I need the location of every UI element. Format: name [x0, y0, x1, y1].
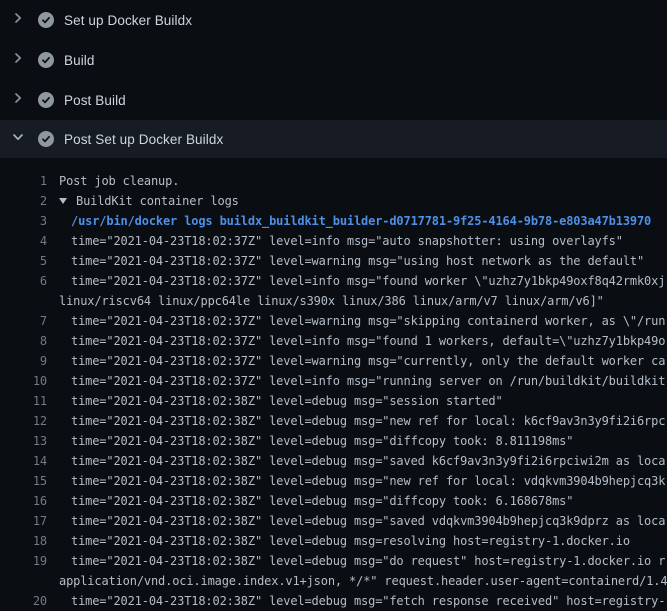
line-text: time="2021-04-23T18:02:37Z" level=info m… — [71, 231, 623, 251]
log-line: 10 time="2021-04-23T18:02:37Z" level=inf… — [0, 371, 667, 391]
log-line: 18 time="2021-04-23T18:02:38Z" level=deb… — [0, 531, 667, 551]
line-number[interactable]: 4 — [0, 231, 47, 251]
log-line: 3 /usr/bin/docker logs buildx_buildkit_b… — [0, 211, 667, 231]
log-line: 9 time="2021-04-23T18:02:37Z" level=warn… — [0, 351, 667, 371]
line-text: time="2021-04-23T18:02:38Z" level=debug … — [71, 531, 630, 551]
line-number[interactable]: 17 — [0, 511, 47, 531]
line-number[interactable]: 18 — [0, 531, 47, 551]
log-line: 20 time="2021-04-23T18:02:38Z" level=deb… — [0, 591, 667, 611]
line-text: time="2021-04-23T18:02:37Z" level=info m… — [71, 271, 665, 291]
log-line: 16 time="2021-04-23T18:02:38Z" level=deb… — [0, 491, 667, 511]
line-text: time="2021-04-23T18:02:38Z" level=debug … — [71, 491, 573, 511]
line-number[interactable]: 13 — [0, 431, 47, 451]
workflow-log-viewer: Set up Docker Buildx Build — [0, 0, 667, 611]
steps-list: Set up Docker Buildx Build — [0, 0, 667, 158]
log-line: application/vnd.oci.image.index.v1+json,… — [0, 571, 667, 591]
step-label: Build — [64, 53, 95, 68]
log-line: 5 time="2021-04-23T18:02:37Z" level=warn… — [0, 251, 667, 271]
line-text: time="2021-04-23T18:02:38Z" level=debug … — [71, 411, 665, 431]
log-line: 14 time="2021-04-23T18:02:38Z" level=deb… — [0, 451, 667, 471]
step-row-post-set-up-docker-buildx[interactable]: Post Set up Docker Buildx — [0, 120, 667, 158]
line-number[interactable]: 20 — [0, 591, 47, 611]
line-number[interactable]: 5 — [0, 251, 47, 271]
line-number[interactable]: 7 — [0, 311, 47, 331]
log-line: 19 time="2021-04-23T18:02:38Z" level=deb… — [0, 551, 667, 571]
step-label: Set up Docker Buildx — [64, 13, 192, 28]
line-text: /usr/bin/docker logs buildx_buildkit_bui… — [71, 211, 651, 231]
line-number[interactable]: 3 — [0, 211, 47, 231]
check-circle-icon — [38, 92, 54, 108]
line-number[interactable]: 2 — [0, 191, 47, 211]
line-number[interactable]: 1 — [0, 171, 47, 191]
line-number[interactable]: 9 — [0, 351, 47, 371]
log-panel: 1 Post job cleanup. 2 BuildKit container… — [0, 158, 667, 611]
line-number[interactable]: 11 — [0, 391, 47, 411]
line-number[interactable]: 16 — [0, 491, 47, 511]
log-line: 1 Post job cleanup. — [0, 171, 667, 191]
line-number[interactable]: 12 — [0, 411, 47, 431]
line-number[interactable] — [0, 291, 47, 311]
line-number[interactable]: 14 — [0, 451, 47, 471]
line-text: application/vnd.oci.image.index.v1+json,… — [59, 571, 667, 591]
line-text: time="2021-04-23T18:02:38Z" level=debug … — [71, 591, 665, 611]
line-text: time="2021-04-23T18:02:38Z" level=debug … — [71, 391, 503, 411]
line-number[interactable]: 10 — [0, 371, 47, 391]
line-number[interactable]: 19 — [0, 551, 47, 571]
log-line: 8 time="2021-04-23T18:02:37Z" level=info… — [0, 331, 667, 351]
line-text: time="2021-04-23T18:02:38Z" level=debug … — [71, 511, 665, 531]
line-text: time="2021-04-23T18:02:38Z" level=debug … — [71, 451, 665, 471]
line-text: time="2021-04-23T18:02:37Z" level=warnin… — [71, 251, 644, 271]
log-line: 11 time="2021-04-23T18:02:38Z" level=deb… — [0, 391, 667, 411]
line-number[interactable]: 6 — [0, 271, 47, 291]
line-text: time="2021-04-23T18:02:38Z" level=debug … — [71, 551, 665, 571]
line-text: time="2021-04-23T18:02:37Z" level=info m… — [71, 331, 665, 351]
step-label: Post Build — [64, 93, 126, 108]
line-text: time="2021-04-23T18:02:37Z" level=warnin… — [71, 311, 665, 331]
log-line: 4 time="2021-04-23T18:02:37Z" level=info… — [0, 231, 667, 251]
line-text: time="2021-04-23T18:02:37Z" level=info m… — [71, 371, 665, 391]
check-circle-icon — [38, 12, 54, 28]
line-number[interactable] — [0, 571, 47, 591]
step-label: Post Set up Docker Buildx — [64, 132, 223, 147]
line-text: linux/riscv64 linux/ppc64le linux/s390x … — [59, 291, 604, 311]
line-number[interactable]: 15 — [0, 471, 47, 491]
check-circle-icon — [38, 52, 54, 68]
chevron-right-icon[interactable] — [10, 50, 26, 71]
chevron-right-icon[interactable] — [10, 10, 26, 31]
line-text: Post job cleanup. — [59, 171, 179, 191]
line-text: time="2021-04-23T18:02:38Z" level=debug … — [71, 431, 573, 451]
log-line: linux/riscv64 linux/ppc64le linux/s390x … — [0, 291, 667, 311]
chevron-down-icon[interactable] — [10, 129, 26, 150]
step-row-set-up-docker-buildx[interactable]: Set up Docker Buildx — [0, 0, 667, 40]
log-group-header[interactable]: 2 BuildKit container logs — [0, 191, 667, 211]
log-line: 15 time="2021-04-23T18:02:38Z" level=deb… — [0, 471, 667, 491]
log-line: 17 time="2021-04-23T18:02:38Z" level=deb… — [0, 511, 667, 531]
line-text: time="2021-04-23T18:02:38Z" level=debug … — [71, 471, 665, 491]
step-row-build[interactable]: Build — [0, 40, 667, 80]
line-number[interactable]: 8 — [0, 331, 47, 351]
log-line: 7 time="2021-04-23T18:02:37Z" level=warn… — [0, 311, 667, 331]
triangle-down-icon[interactable] — [59, 191, 67, 211]
line-text: time="2021-04-23T18:02:37Z" level=warnin… — [71, 351, 665, 371]
chevron-right-icon[interactable] — [10, 90, 26, 111]
log-line: 6 time="2021-04-23T18:02:37Z" level=info… — [0, 271, 667, 291]
check-circle-icon — [38, 131, 54, 147]
line-text: BuildKit container logs — [59, 191, 239, 211]
step-row-post-build[interactable]: Post Build — [0, 80, 667, 120]
log-line: 12 time="2021-04-23T18:02:38Z" level=deb… — [0, 411, 667, 431]
log-line: 13 time="2021-04-23T18:02:38Z" level=deb… — [0, 431, 667, 451]
